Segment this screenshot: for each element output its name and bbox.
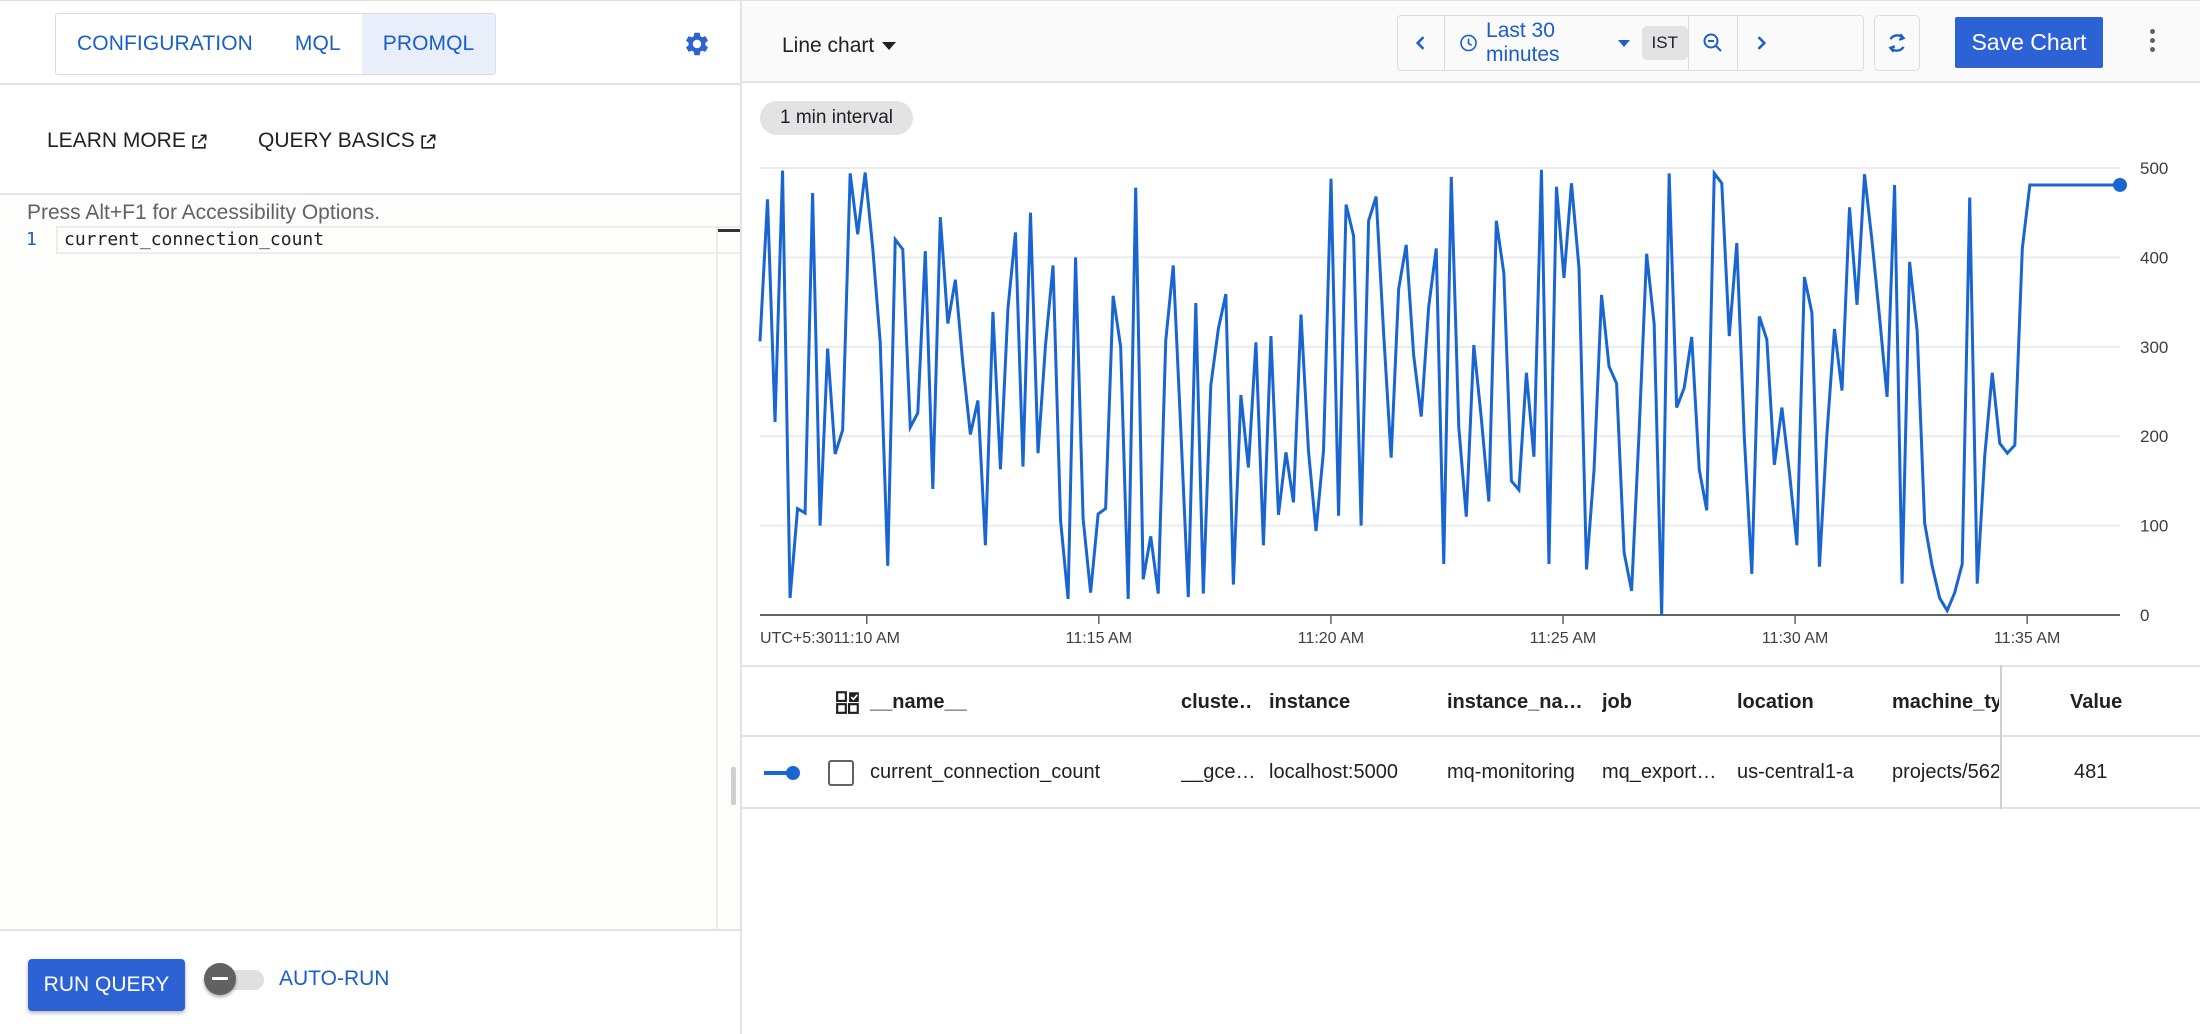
run-query-button[interactable]: RUN QUERY [28, 959, 185, 1011]
auto-refresh-icon [1888, 33, 1906, 53]
y-tick-label: 0 [2140, 606, 2149, 625]
auto-run-toggle[interactable] [204, 963, 266, 995]
previous-time-button[interactable] [1398, 16, 1444, 70]
editor-overview-ruler-marker [718, 229, 740, 232]
interval-chip: 1 min interval [760, 101, 913, 135]
cell-machine-type: projects/562 [1892, 761, 1999, 783]
query-language-tabs: CONFIGURATION MQL PROMQL [55, 13, 497, 75]
series-table: __name__ cluste… instance instance_na… j… [742, 665, 2200, 809]
query-language-tabs-bar: CONFIGURATION MQL PROMQL [0, 1, 740, 85]
x-tick-label: 11:30 AM [1762, 630, 1828, 647]
chart-toolbar: Line chart Last 30 minutes IST Save Char… [742, 1, 2200, 83]
editor-scrollbar[interactable] [716, 227, 718, 929]
caret-down-icon [1617, 39, 1630, 47]
timezone-badge[interactable]: IST [1641, 26, 1688, 60]
gear-icon[interactable] [683, 30, 711, 58]
cell-name: current_connection_count [870, 761, 1101, 783]
column-header-name[interactable]: __name__ [870, 691, 967, 714]
metrics-explorer: CONFIGURATION MQL PROMQL LEARN MORE QUER… [0, 0, 2200, 1034]
table-header: __name__ cluste… instance instance_na… j… [742, 665, 2200, 737]
column-header-job[interactable]: job [1602, 691, 1632, 714]
series-line [758, 169, 2120, 616]
query-basics-link[interactable]: QUERY BASICS [258, 129, 438, 153]
y-tick-label: 200 [2140, 427, 2168, 446]
x-tick-label: 11:25 AM [1530, 630, 1596, 647]
y-tick-label: 100 [2140, 517, 2168, 536]
open-in-new-icon [192, 134, 207, 149]
clock-icon [1460, 34, 1477, 52]
query-basics-label: QUERY BASICS [258, 129, 415, 152]
editor-line[interactable]: 1 current_connection_count [0, 226, 740, 255]
cell-cluster: __gce… [1181, 761, 1253, 783]
chart-type-label: Line chart [782, 34, 875, 57]
learn-more-label: LEARN MORE [47, 129, 186, 152]
x-tick-label: 11:35 AM [1994, 630, 2060, 647]
zoom-out-icon [1703, 33, 1722, 52]
column-header-cluster[interactable]: cluste… [1181, 691, 1253, 714]
column-header-location[interactable]: location [1737, 691, 1814, 714]
y-tick-label: 300 [2140, 338, 2168, 357]
learn-more-link[interactable]: LEARN MORE [47, 129, 209, 153]
query-text[interactable]: current_connection_count [64, 229, 324, 250]
timezone-label: UTC+5:30 [760, 630, 833, 647]
column-header-instance-name[interactable]: instance_na… [1447, 691, 1583, 714]
more-vert-icon[interactable] [2146, 29, 2158, 57]
cell-job: mq_export… [1602, 761, 1717, 783]
help-links: LEARN MORE QUERY BASICS [0, 85, 740, 195]
x-tick-label: 11:20 AM [1298, 630, 1364, 647]
caret-down-icon [882, 42, 897, 50]
line-number: 1 [26, 229, 37, 250]
column-header-instance[interactable]: instance [1269, 691, 1350, 714]
chart-canvas: 0 100 200 300 400 500 UTC+5:30 11:10 AM 11:15 AM… [758, 159, 2168, 647]
query-actions: RUN QUERY AUTO-RUN [0, 929, 740, 1034]
time-range-label: Last 30 minutes [1486, 19, 1560, 66]
open-in-new-icon [421, 134, 436, 149]
x-tick-label: 11:15 AM [1066, 630, 1132, 647]
auto-refresh-button[interactable] [1874, 15, 1920, 71]
line-chart: 0 100 200 300 400 500 UTC+5:30 11:10 AM 11:15 AM… [742, 141, 2200, 661]
toggle-knob [204, 963, 236, 995]
save-chart-button[interactable]: Save Chart [1955, 17, 2103, 68]
tab-configuration[interactable]: CONFIGURATION [56, 14, 274, 74]
query-editor[interactable]: Press Alt+F1 for Accessibility Options. … [0, 197, 740, 929]
cell-value: 481 [2074, 761, 2108, 783]
tab-mql[interactable]: MQL [274, 14, 362, 74]
cell-instance-name: mq-monitoring [1447, 761, 1575, 783]
chart-type-dropdown[interactable]: Line chart [782, 34, 897, 58]
cell-location: us-central1-a [1737, 761, 1854, 783]
column-header-machine-type[interactable]: machine_typ [1892, 691, 1999, 714]
chevron-left-icon [1415, 36, 1425, 50]
accessibility-hint: Press Alt+F1 for Accessibility Options. [27, 201, 381, 224]
table-row[interactable]: current_connection_count __gce… localhos… [742, 737, 2200, 809]
panel-resize-handle[interactable] [731, 767, 736, 805]
zoom-out-button[interactable] [1689, 16, 1737, 70]
x-tick-label: 11:10 AM [834, 630, 900, 647]
y-tick-label: 400 [2140, 248, 2168, 267]
column-resize-divider[interactable] [2000, 665, 2002, 809]
column-picker-icon[interactable] [835, 689, 861, 715]
time-range-dropdown[interactable]: Last 30 minutes IST [1445, 16, 1688, 70]
tab-promql[interactable]: PROMQL [361, 14, 496, 74]
chevron-right-icon [1757, 36, 1767, 50]
next-time-button[interactable] [1738, 16, 1784, 70]
chart-panel: Line chart Last 30 minutes IST Save Char… [742, 1, 2200, 1034]
query-panel: CONFIGURATION MQL PROMQL LEARN MORE QUER… [0, 1, 742, 1034]
time-range-picker: Last 30 minutes IST [1397, 15, 1864, 71]
series-legend-dot [786, 766, 800, 780]
y-tick-label: 500 [2140, 159, 2168, 178]
column-header-value[interactable]: Value [2070, 691, 2122, 714]
row-checkbox[interactable] [828, 760, 854, 786]
cell-instance: localhost:5000 [1269, 761, 1398, 783]
auto-run-label[interactable]: AUTO-RUN [279, 967, 389, 991]
last-value-marker [2113, 177, 2127, 192]
